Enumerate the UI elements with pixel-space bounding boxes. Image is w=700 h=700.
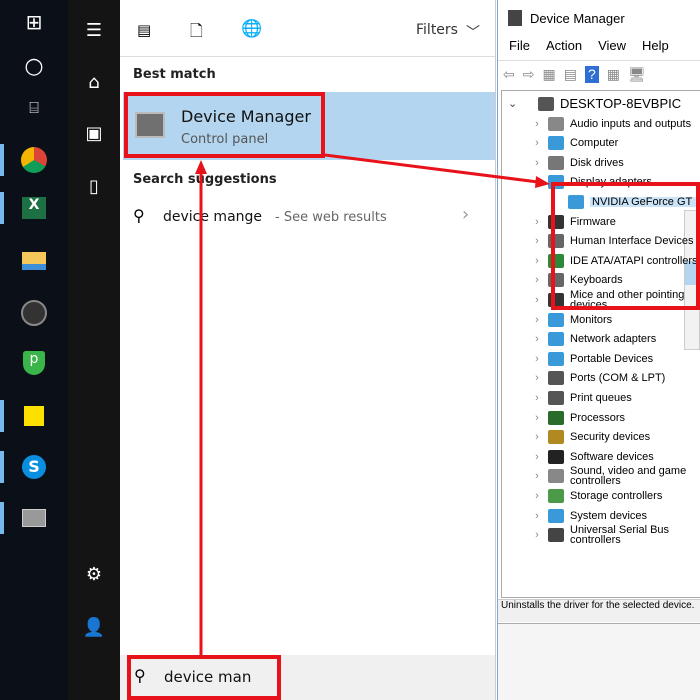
arrow-right [324,153,539,184]
annotation-arrows [195,153,550,655]
arrowhead-up [195,160,207,174]
arrowhead-right [535,176,550,188]
